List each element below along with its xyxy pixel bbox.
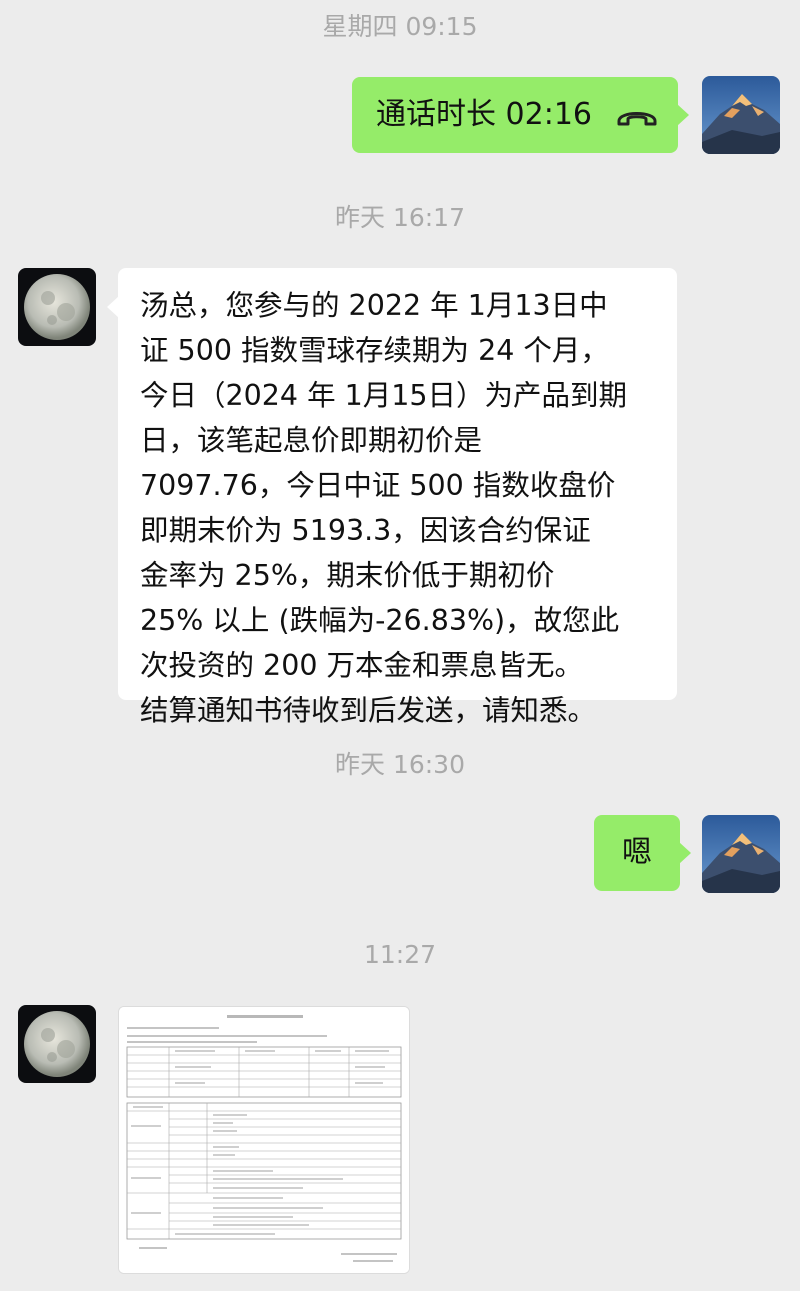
contact-avatar[interactable] bbox=[18, 1005, 96, 1083]
my-avatar[interactable] bbox=[702, 76, 780, 154]
timestamp: 昨天 16:17 bbox=[335, 203, 465, 232]
message-text: 嗯 bbox=[622, 835, 652, 870]
timestamp: 星期四 09:15 bbox=[322, 12, 478, 41]
reply-bubble[interactable]: 嗯 bbox=[594, 815, 691, 891]
settlement-notice-image[interactable] bbox=[118, 1006, 410, 1274]
bubble-tail bbox=[677, 104, 689, 126]
document-thumbnail bbox=[119, 1007, 409, 1273]
call-record-bubble[interactable]: 通话时长 02:16 bbox=[352, 77, 689, 153]
timestamp: 昨天 16:30 bbox=[335, 750, 465, 779]
message-text: 汤总，您参与的 2022 年 1月13日中 证 500 指数雪球存续期为 24 … bbox=[140, 289, 628, 727]
phone-hangup-icon bbox=[616, 102, 658, 137]
contact-avatar[interactable] bbox=[18, 268, 96, 346]
bubble-tail bbox=[679, 842, 691, 864]
call-duration-text: 通话时长 02:16 bbox=[376, 97, 592, 132]
message-bubble[interactable]: 汤总，您参与的 2022 年 1月13日中 证 500 指数雪球存续期为 24 … bbox=[107, 268, 677, 727]
bubble-tail bbox=[107, 296, 119, 318]
timestamp: 11:27 bbox=[363, 940, 437, 969]
my-avatar[interactable] bbox=[702, 815, 780, 893]
